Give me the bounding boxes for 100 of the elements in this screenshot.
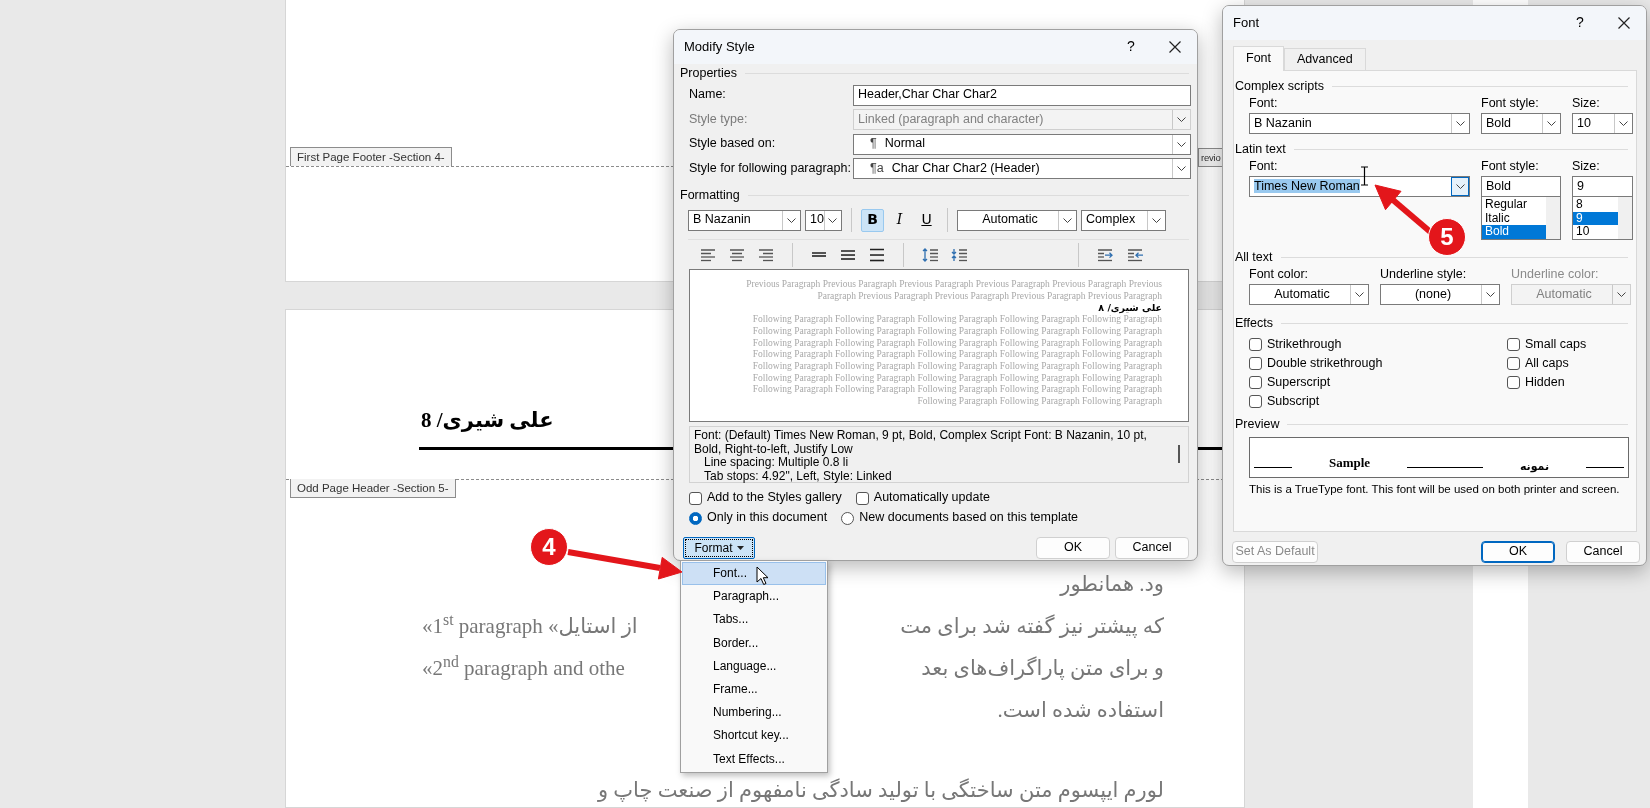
section-heading: Preview xyxy=(1235,416,1280,433)
checkbox[interactable] xyxy=(1249,338,1262,351)
list-box[interactable]: 8 9 10 xyxy=(1572,197,1633,240)
checkbox-label: Automatically update xyxy=(873,490,990,506)
field-label: Underline style: xyxy=(1380,267,1468,283)
space-after-icon[interactable] xyxy=(951,247,967,262)
preview-line: Previous Paragraph Previous Paragraph Previous Paragraph Previous Paragraph Previous Paragraph Previous xyxy=(745,279,1162,291)
help-button[interactable]: ? xyxy=(1558,6,1602,40)
list-item[interactable]: Bold xyxy=(1482,225,1546,239)
preview-line: Paragraph Previous Paragraph Previous Paragraph Previous Paragraph Previous Paragraph xyxy=(816,290,1162,303)
line-spacing-icon[interactable] xyxy=(840,247,856,262)
style-dropdown[interactable]: ¶a Char Char Char2 (Header) xyxy=(853,158,1191,180)
list-item[interactable]: 8 xyxy=(1573,198,1618,212)
field-label: Font style: xyxy=(1481,159,1540,175)
preview-line: Following Paragraph Following Paragraph Following Paragraph Following Paragraph Following Paragraph xyxy=(751,360,1162,373)
chevron-down-icon xyxy=(1355,292,1364,297)
checkbox[interactable] xyxy=(1507,376,1520,389)
text-cursor-icon xyxy=(1360,166,1369,186)
field-label: Size: xyxy=(1572,96,1601,112)
menu-item[interactable]: Paragraph... xyxy=(682,585,826,609)
script-dropdown[interactable]: Complex xyxy=(1081,209,1166,231)
chevron-down-icon xyxy=(1456,121,1465,126)
option-dropdown[interactable]: (none) xyxy=(1380,284,1500,305)
section-label: Odd Page Header -Section 5- xyxy=(290,479,456,498)
preview-line: Following Paragraph Following Paragraph Following Paragraph Following Paragraph Following Paragraph xyxy=(751,314,1162,326)
body-text: «2$^{nd}$ paragraph and othe xyxy=(422,654,625,682)
size-dropdown[interactable]: 10 xyxy=(1572,113,1633,134)
checkbox-label: Hidden xyxy=(1525,374,1565,391)
line-spacing-icon[interactable] xyxy=(869,247,885,262)
checkbox[interactable] xyxy=(1249,357,1262,370)
menu-item[interactable]: Frame... xyxy=(682,677,826,702)
chevron-down-icon xyxy=(787,217,796,223)
space-before-icon[interactable] xyxy=(922,247,938,262)
indent-increase-icon[interactable] xyxy=(1097,247,1114,262)
menu-item[interactable]: Font... xyxy=(682,562,826,586)
preview-line: Following Paragraph Following Paragraph Following Paragraph Following Paragraph Following Paragraph xyxy=(751,372,1162,385)
style-description: Font: (Default) Times New Roman, 9 pt, Bold, Complex Script Font: B Nazanin, 10 pt, Bold, Right-to-left, Justify Low xyxy=(694,429,1148,456)
font-combobox[interactable]: Times New Roman xyxy=(1249,176,1470,197)
align-left-icon[interactable] xyxy=(700,247,716,262)
field-label: Style type: xyxy=(689,111,749,128)
chevron-down-icon xyxy=(1486,292,1495,297)
size-field[interactable]: 9 xyxy=(1572,176,1633,197)
menu-item[interactable]: Tabs... xyxy=(682,608,826,632)
style-dropdown[interactable]: ¶ Normal xyxy=(853,133,1191,155)
ok-button[interactable]: OK xyxy=(1036,537,1110,559)
checkbox[interactable] xyxy=(1507,357,1520,370)
list-item[interactable]: Regular xyxy=(1482,198,1546,212)
align-right-icon[interactable] xyxy=(758,247,774,262)
menu-item[interactable]: Language... xyxy=(682,654,826,678)
close-icon xyxy=(1618,17,1630,29)
list-item[interactable]: Italic xyxy=(1482,211,1546,225)
checkbox[interactable] xyxy=(855,491,869,505)
preview-line: Following Paragraph Following Paragraph Following Paragraph Following Paragraph Following Paragraph xyxy=(751,384,1162,397)
color-dropdown[interactable]: Automatic xyxy=(957,209,1077,231)
size-dropdown[interactable]: 10 xyxy=(805,209,842,231)
align-center-icon[interactable] xyxy=(729,247,745,262)
italic-button[interactable]: I xyxy=(888,208,911,232)
font-dropdown[interactable]: B Nazanin xyxy=(688,209,801,231)
field-label: Style for following paragraph: xyxy=(689,160,852,177)
dialog-button[interactable]: Cancel xyxy=(1566,541,1640,563)
bold-button[interactable]: B xyxy=(861,208,884,232)
section-heading: Effects xyxy=(1235,315,1273,332)
list-box[interactable]: Regular Italic Bold xyxy=(1481,197,1561,240)
radio-button[interactable] xyxy=(689,511,702,525)
scrollbar-thumb[interactable] xyxy=(1178,445,1180,463)
list-item[interactable]: 10 xyxy=(1573,225,1618,239)
checkbox[interactable] xyxy=(1249,395,1262,408)
style-description-line: Tab stops: 4.92", Left, Style: Linked xyxy=(703,469,893,483)
dialog-button[interactable]: OK xyxy=(1481,541,1555,563)
menu-item[interactable]: Shortcut key... xyxy=(682,724,826,748)
font-style-field[interactable]: Bold xyxy=(1481,176,1561,197)
help-button[interactable]: ? xyxy=(1109,30,1153,64)
checkbox[interactable] xyxy=(689,491,702,505)
header-text: علی شیری/ 8 xyxy=(421,408,554,433)
option-dropdown[interactable]: Automatic xyxy=(1249,284,1369,305)
chevron-down-icon xyxy=(1177,141,1186,147)
indent-decrease-icon[interactable] xyxy=(1127,247,1144,262)
tab[interactable]: Advanced xyxy=(1284,48,1366,70)
tab[interactable]: Font xyxy=(1233,46,1284,71)
font-dropdown[interactable]: B Nazanin xyxy=(1249,113,1470,134)
checkbox-label: All caps xyxy=(1525,355,1569,372)
underline-button[interactable]: U xyxy=(915,208,938,232)
cancel-button[interactable]: Cancel xyxy=(1115,537,1189,559)
chevron-down-icon xyxy=(1177,166,1186,172)
close-icon xyxy=(1169,41,1181,53)
name-field[interactable]: Header,Char Char Char2 xyxy=(853,84,1191,106)
chevron-down-icon xyxy=(828,217,838,223)
radio-button[interactable] xyxy=(841,511,855,525)
field-label: Font color: xyxy=(1249,267,1310,283)
checkbox[interactable] xyxy=(1507,338,1520,351)
checkbox[interactable] xyxy=(1249,376,1262,389)
body-text: ود. همانطور xyxy=(1060,570,1164,598)
font-style-dropdown[interactable]: Bold xyxy=(1481,113,1561,134)
chevron-down-icon xyxy=(1152,217,1161,223)
menu-item[interactable]: Border... xyxy=(682,631,826,655)
menu-item[interactable]: Text Effects... xyxy=(682,747,826,771)
checkbox-label: Add to the Styles gallery xyxy=(707,490,842,506)
menu-item[interactable]: Numbering... xyxy=(682,701,826,725)
format-menu-button[interactable]: Format xyxy=(683,537,755,559)
list-item[interactable]: 9 xyxy=(1573,211,1618,225)
